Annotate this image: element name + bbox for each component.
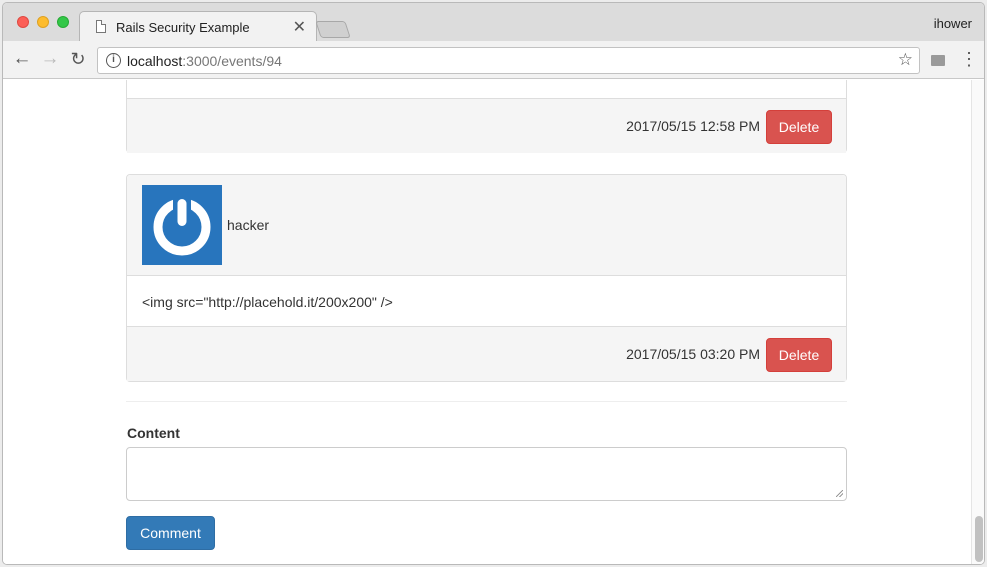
- url-host: localhost: [127, 53, 183, 69]
- divider: [126, 401, 847, 402]
- close-window-button[interactable]: [17, 16, 29, 28]
- delete-button[interactable]: Delete: [766, 338, 832, 372]
- document-icon: [96, 20, 106, 33]
- comment-panel: 2017/05/15 12:58 PM Delete: [126, 80, 847, 153]
- resize-handle-icon[interactable]: [836, 490, 843, 497]
- comment-timestamp: 2017/05/15 03:20 PM: [626, 346, 760, 362]
- comment-panel: hacker <img src="http://placehold.it/200…: [126, 174, 847, 382]
- comment-author: hacker: [227, 217, 270, 233]
- comment-footer: 2017/05/15 12:58 PM Delete: [127, 99, 846, 153]
- reload-icon[interactable]: ↻: [67, 48, 89, 70]
- avatar: [142, 185, 222, 265]
- profile-name[interactable]: ihower: [934, 16, 972, 31]
- tab-active[interactable]: Rails Security Example ✕: [79, 11, 317, 42]
- scrollbar[interactable]: [971, 80, 984, 564]
- tab-title: Rails Security Example: [116, 20, 250, 35]
- page-viewport: 2017/05/15 12:58 PM Delete hacker <img s…: [3, 80, 984, 564]
- new-tab-button[interactable]: [315, 21, 351, 38]
- scrollbar-thumb[interactable]: [975, 516, 983, 562]
- minimize-window-button[interactable]: [37, 16, 49, 28]
- comment-submit-button[interactable]: Comment: [126, 516, 215, 550]
- close-tab-icon[interactable]: ✕: [293, 17, 306, 37]
- browser-window: Rails Security Example ✕ ihower ← → ↻ i …: [2, 2, 985, 565]
- comment-content: <img src="http://placehold.it/200x200" /…: [142, 294, 393, 310]
- browser-toolbar: ← → ↻ i localhost:3000/events/94 ☆ ⋮: [3, 41, 984, 79]
- address-bar[interactable]: i localhost:3000/events/94 ☆: [97, 47, 920, 74]
- delete-button[interactable]: Delete: [766, 110, 832, 144]
- url-text[interactable]: localhost:3000/events/94: [127, 53, 282, 69]
- extension-icon[interactable]: [931, 55, 945, 66]
- info-icon[interactable]: i: [106, 53, 121, 68]
- back-arrow-icon[interactable]: ←: [11, 48, 33, 70]
- url-path: :3000/events/94: [182, 53, 282, 69]
- bookmark-star-icon[interactable]: ☆: [898, 50, 913, 70]
- comment-header: hacker: [127, 175, 846, 276]
- power-icon: [153, 197, 211, 256]
- content-textarea[interactable]: [126, 447, 847, 501]
- maximize-window-button[interactable]: [57, 16, 69, 28]
- menu-dots-icon[interactable]: ⋮: [960, 49, 978, 69]
- tab-strip: Rails Security Example ✕ ihower: [3, 3, 984, 42]
- content-label: Content: [127, 425, 180, 441]
- comment-timestamp: 2017/05/15 12:58 PM: [626, 118, 760, 134]
- comment-body: <img src="http://placehold.it/200x200" /…: [127, 276, 846, 327]
- comment-body: [127, 80, 846, 99]
- forward-arrow-icon[interactable]: →: [39, 48, 61, 70]
- comment-footer: 2017/05/15 03:20 PM Delete: [127, 327, 846, 381]
